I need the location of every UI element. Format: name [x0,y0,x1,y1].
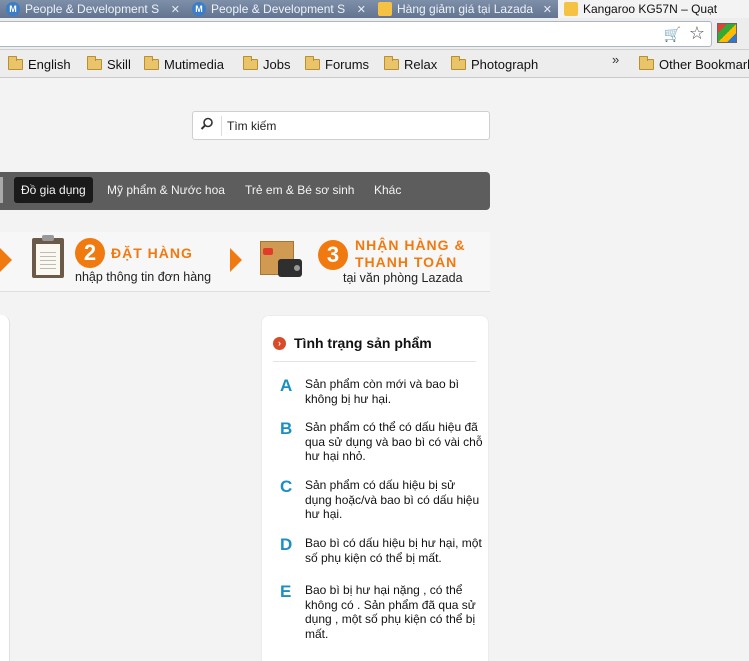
condition-item-d: D Bao bì có dấu hiệu bị hư hại, một số p… [280,536,485,565]
condition-letter: B [280,419,293,438]
bookmark-relax[interactable]: Relax [384,55,437,73]
category-my-pham[interactable]: Mỹ phẩm & Nước hoa [100,177,232,203]
category-stub [0,177,3,203]
condition-desc: Bao bì bị hư hại nặng , có thể không có … [305,583,476,641]
chevron-right-icon: › [273,336,286,350]
condition-letter: C [280,477,293,496]
bookmark-jobs[interactable]: Jobs [243,55,290,73]
divider [221,116,222,136]
folder-icon [243,55,258,70]
condition-item-c: C Sản phẩm có dấu hiệu bị sử dụng hoặc/v… [280,478,485,522]
bookmark-english[interactable]: English [8,55,71,73]
condition-desc: Sản phẩm có thể có dấu hiệu đã qua sử dụ… [305,420,483,463]
step-subtitle: tại văn phòng Lazada [343,271,463,285]
category-khac[interactable]: Khác [367,177,408,203]
category-do-gia-dung[interactable]: Đồ gia dụng [14,177,93,203]
checkout-steps: 2 ĐẶT HÀNG nhập thông tin đơn hàng 3 NHẬ… [0,232,490,292]
close-icon[interactable]: ✕ [171,3,180,16]
address-bar-row: 🛒 ☆ [0,18,749,50]
step-title-line2: THANH TOÁN [355,254,458,270]
folder-icon [451,55,466,70]
lazada-icon [564,2,578,16]
tab-people-development-2[interactable]: M People & Development S ✕ [186,0,372,18]
tab-title: People & Development S [25,2,160,16]
page-content: Tìm kiếm Đồ gia dụng Mỹ phẩm & Nước hoa … [0,79,749,661]
search-input[interactable]: Tìm kiếm [227,119,276,133]
condition-letter: A [280,376,293,395]
step-number: 2 [75,238,105,268]
condition-item-e: E Bao bì bị hư hại nặng , có thể không c… [280,583,485,641]
search-box[interactable]: Tìm kiếm [192,111,490,140]
condition-letter: D [280,535,293,554]
m-site-icon: M [6,2,20,16]
condition-item-a: A Sản phẩm còn mới và bao bì không bị hư… [280,377,485,406]
tab-people-development-1[interactable]: M People & Development S ✕ [0,0,186,18]
folder-icon [639,55,654,70]
folder-icon [305,55,320,70]
bookmark-star-icon[interactable]: ☆ [689,23,705,44]
bookmark-forums[interactable]: Forums [305,55,369,73]
tab-strip: M People & Development S ✕ M People & De… [0,0,749,18]
m-site-icon: M [192,2,206,16]
package-wallet-icon [260,241,302,281]
folder-icon [144,55,159,70]
tab-title: People & Development S [211,2,346,16]
step-title-line1: NHẬN HÀNG & [355,237,466,253]
tab-lazada-sale[interactable]: Hàng giảm giá tại Lazada ✕ [372,0,558,18]
condition-desc: Bao bì có dấu hiệu bị hư hại, một số phụ… [305,536,482,565]
close-icon[interactable]: ✕ [357,3,366,16]
bookmark-mutimedia[interactable]: Mutimedia [144,55,224,73]
divider [273,361,476,362]
close-icon[interactable]: ✕ [543,3,552,16]
search-icon[interactable] [200,117,214,131]
condition-desc: Sản phẩm có dấu hiệu bị sử dụng hoặc/và … [305,478,480,521]
cart-icon[interactable]: 🛒 [664,26,681,43]
folder-icon [87,55,102,70]
left-card [0,315,10,661]
category-tre-em[interactable]: Trẻ em & Bé sơ sinh [238,177,361,203]
bookmark-photograph[interactable]: Photograph [451,55,538,73]
panel-header: › Tình trạng sản phẩm [273,335,432,351]
step-arrow-icon [0,248,12,272]
address-input[interactable]: 🛒 ☆ [0,21,712,47]
panel-title: Tình trạng sản phẩm [294,335,432,351]
step-arrow-icon [230,248,242,272]
folder-icon [8,55,23,70]
step-subtitle: nhập thông tin đơn hàng [75,270,212,284]
step-number: 3 [318,240,348,270]
condition-item-b: B Sản phẩm có thể có dấu hiệu đã qua sử … [280,420,485,464]
extension-icon[interactable] [717,23,737,43]
bookmark-skill[interactable]: Skill [87,55,131,73]
product-condition-panel: › Tình trạng sản phẩm A Sản phẩm còn mới… [261,315,489,661]
lazada-icon [378,2,392,16]
tab-title: Kangaroo KG57N – Quạt [583,2,718,16]
bookmarks-overflow-chevron[interactable]: » [612,52,619,67]
clipboard-icon [32,235,64,278]
tab-title: Hàng giảm giá tại Lazada [397,2,534,16]
other-bookmarks[interactable]: Other Bookmarks [639,55,749,73]
bookmarks-bar: English Skill Mutimedia Jobs Forums Rela… [0,50,749,78]
step-title: ĐẶT HÀNG [111,245,193,261]
condition-desc: Sản phẩm còn mới và bao bì không bị hư h… [305,377,459,406]
category-nav: Đồ gia dụng Mỹ phẩm & Nước hoa Trẻ em & … [0,172,490,210]
tab-kangaroo-product[interactable]: Kangaroo KG57N – Quạt [558,0,749,18]
folder-icon [384,55,399,70]
condition-letter: E [280,582,292,601]
